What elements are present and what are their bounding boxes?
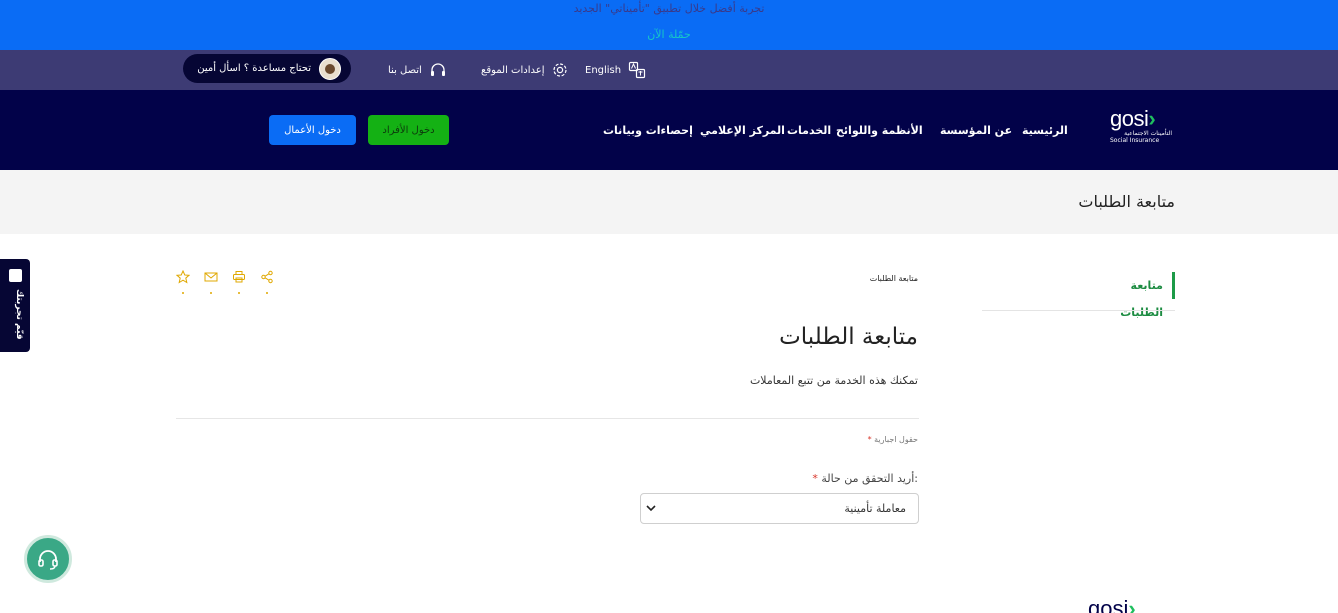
content-divider	[176, 418, 919, 419]
mail-icon	[204, 272, 218, 282]
nav-item-about[interactable]: عن المؤسسة	[940, 124, 1012, 137]
avatar	[319, 57, 341, 80]
individuals-login-button[interactable]: دخول الأفراد	[368, 115, 449, 145]
chevron-right-icon: ›	[1148, 106, 1156, 131]
star-icon	[176, 270, 190, 284]
breadcrumb: متابعة الطلبات	[869, 274, 918, 283]
print-icon	[233, 271, 245, 283]
contact-label: اتصل بنا	[388, 64, 422, 76]
footer-logo: gosi›	[1088, 598, 1136, 613]
status-type-select[interactable]: معاملة تأمينية	[640, 493, 919, 524]
page-tools	[176, 270, 274, 296]
logo-arabic: التأمينات الاجتماعية	[1124, 130, 1172, 137]
favorite-button[interactable]	[176, 270, 190, 296]
nav-item-regulations[interactable]: الأنظمة واللوائح	[836, 124, 923, 137]
support-chat-button[interactable]	[24, 535, 72, 583]
nav-item-statistics[interactable]: إحصاءات وبيانات	[603, 124, 693, 137]
footer-logo-brand: gosi	[1088, 596, 1129, 613]
share-icon	[261, 270, 273, 284]
share-button[interactable]	[260, 270, 274, 296]
required-asterisk: *	[812, 472, 818, 485]
utility-bar: English إعدادات الموقع اتصل بنا تحتاج مس…	[0, 50, 1338, 90]
chevron-down-icon	[646, 505, 656, 512]
feedback-label: قيّم تجربتك	[14, 289, 24, 340]
email-button[interactable]	[204, 270, 218, 296]
print-button[interactable]	[232, 270, 246, 296]
promo-banner: تجربة أفضل خلال تطبيق "تأميناتي" الجديد …	[0, 0, 1338, 50]
logo-brand: gosi	[1110, 106, 1149, 131]
status-type-label-text: أريد التحقق من حالة:	[821, 472, 918, 485]
site-settings[interactable]: إعدادات الموقع	[481, 50, 569, 90]
support-headset-icon	[38, 550, 58, 570]
required-fields-note: * حقول اجبارية	[868, 435, 918, 444]
gosi-logo[interactable]: gosi› التأمينات الاجتماعية Social Insura…	[1110, 108, 1172, 152]
feedback-tab[interactable]: قيّم تجربتك	[0, 259, 30, 352]
promo-text: تجربة أفضل خلال تطبيق "تأميناتي" الجديد	[573, 2, 765, 15]
promo-download-link[interactable]: حمّلة الآن	[0, 28, 1338, 41]
ask-amin-label: تحتاج مساعدة ؟ اسأل أمين	[197, 63, 311, 74]
select-value: معاملة تأمينية	[844, 502, 906, 515]
required-asterisk: *	[867, 435, 872, 444]
band-title: متابعة الطلبات	[1078, 192, 1175, 211]
nav-item-home[interactable]: الرئيسية	[1022, 124, 1068, 137]
ask-amin-button[interactable]: تحتاج مساعدة ؟ اسأل أمين	[183, 54, 351, 83]
contact-us[interactable]: اتصل بنا	[388, 50, 447, 90]
page-title-band: متابعة الطلبات	[0, 170, 1338, 234]
nav-item-media[interactable]: المركز الإعلامي	[700, 124, 785, 137]
language-label: English	[585, 64, 622, 76]
logo-english: Social Insurance	[1110, 137, 1160, 144]
status-type-label: * أريد التحقق من حالة:	[812, 472, 918, 485]
language-switch[interactable]: English	[585, 50, 646, 90]
required-note-text: حقول اجبارية	[874, 435, 918, 444]
gear-icon	[553, 63, 568, 77]
sidebar-item-track-requests[interactable]: متابعة الطلبات	[1085, 272, 1175, 319]
translate-icon	[629, 61, 646, 79]
page-description: تمكنك هذه الخدمة من تتبع المعاملات	[749, 374, 918, 387]
settings-label: إعدادات الموقع	[481, 64, 545, 76]
sidebar-divider	[982, 310, 1175, 311]
business-login-button[interactable]: دخول الأعمال	[269, 115, 356, 145]
feedback-icon	[9, 269, 22, 282]
page-title: متابعة الطلبات	[779, 324, 918, 350]
chevron-right-icon: ›	[1128, 596, 1136, 613]
nav-item-services[interactable]: الخدمات	[787, 124, 831, 137]
headset-icon	[430, 63, 445, 76]
